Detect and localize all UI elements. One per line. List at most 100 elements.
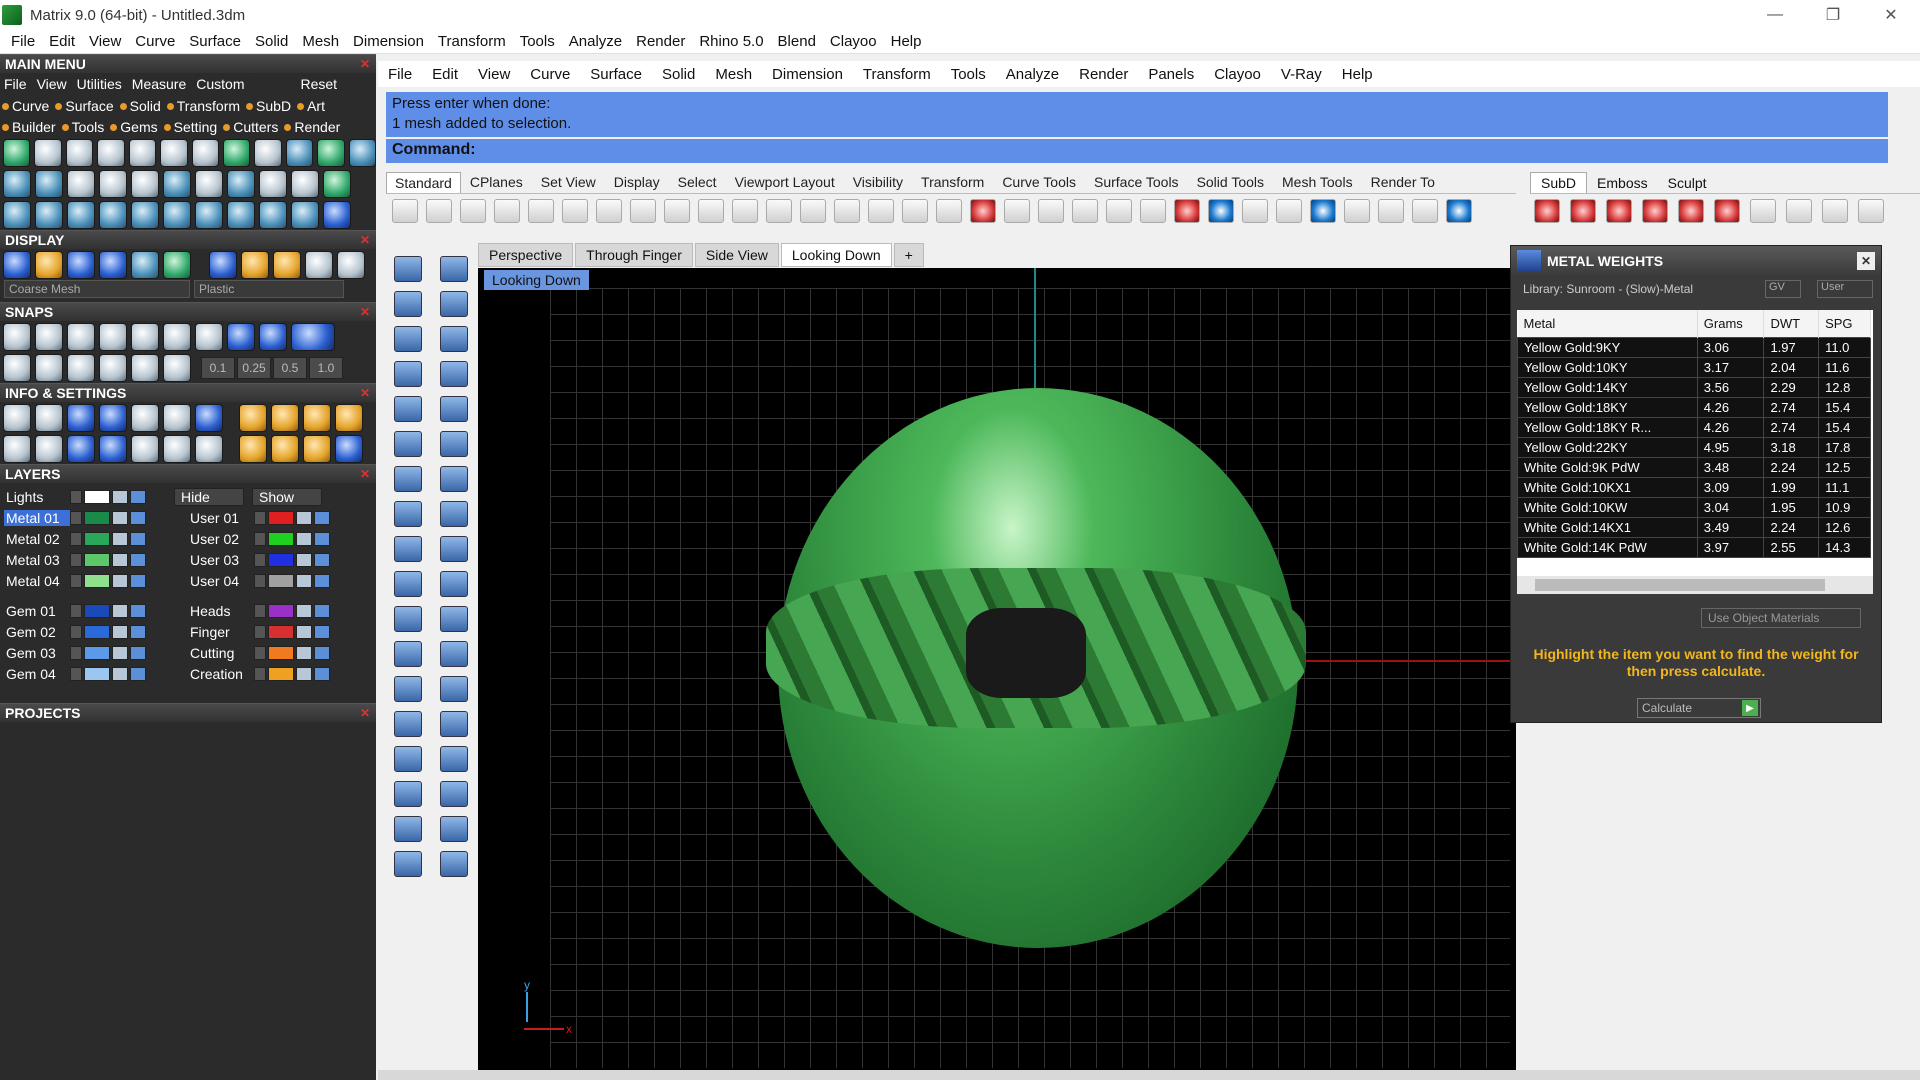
grid-array-icon[interactable]	[394, 781, 422, 807]
ring-tool-icon[interactable]	[3, 138, 31, 167]
lock-icon[interactable]	[296, 625, 312, 639]
snap-ortho-icon[interactable]	[227, 322, 255, 351]
layer-name[interactable]: Gem 04	[4, 666, 70, 682]
mirror-tool-icon[interactable]	[227, 200, 255, 229]
text-icon[interactable]	[394, 676, 422, 702]
offset-tool-icon[interactable]	[163, 200, 191, 229]
layer-name[interactable]: Metal 03	[4, 552, 70, 568]
subd-cylinder-icon[interactable]	[1606, 199, 1632, 223]
lock-icon[interactable]	[112, 532, 128, 546]
close-icon[interactable]: ✕	[360, 386, 370, 400]
layer-name[interactable]: Metal 04	[4, 573, 70, 589]
snap-end-icon[interactable]	[3, 322, 31, 351]
menu-transform[interactable]: Transform	[431, 33, 513, 50]
menu-analyze[interactable]: Analyze	[562, 33, 629, 50]
scrollbar-thumb[interactable]	[1535, 579, 1825, 591]
calculate-button[interactable]: Calculate ▶	[1637, 698, 1761, 718]
layer-color-swatch[interactable]	[268, 511, 294, 525]
cylinder-solid-icon[interactable]	[394, 501, 422, 527]
sun-tool-icon[interactable]	[65, 138, 94, 167]
table-row[interactable]: Yellow Gold:18KY 4.26 2.74 15.4	[1517, 397, 1871, 418]
filter-icon[interactable]	[131, 434, 159, 463]
layer-color-swatch[interactable]	[268, 553, 294, 567]
settings-gear-icon[interactable]	[3, 403, 31, 432]
expand-icon[interactable]	[70, 511, 82, 525]
table-row[interactable]: Yellow Gold:18KY R... 4.26 2.74 15.4	[1517, 417, 1871, 438]
line-snap-icon[interactable]	[67, 353, 95, 382]
menu-curve[interactable]: Curve	[128, 33, 182, 50]
notes-icon[interactable]	[195, 434, 223, 463]
subd-cube-icon[interactable]	[1642, 199, 1668, 223]
wireframe-icon[interactable]	[3, 250, 31, 279]
expand-icon[interactable]	[70, 574, 82, 588]
play-icon[interactable]: ▶	[1742, 700, 1758, 716]
copy-clipboard-icon[interactable]	[596, 199, 622, 223]
tab-set-view[interactable]: Set View	[532, 171, 605, 193]
close-icon[interactable]: ✕	[360, 57, 370, 71]
render-sphere-icon[interactable]	[1310, 199, 1336, 223]
material-metal-icon[interactable]	[209, 250, 237, 279]
zoom-extents-icon[interactable]	[834, 199, 860, 223]
column-metal[interactable]: Metal	[1517, 310, 1698, 338]
grid-snap-icon[interactable]	[3, 353, 31, 382]
layer-color-swatch[interactable]	[268, 574, 294, 588]
close-icon[interactable]: ✕	[360, 233, 370, 247]
cmd-menu-clayoo[interactable]: Clayoo	[1214, 66, 1261, 83]
expand-icon[interactable]	[254, 511, 266, 525]
pave-tool-icon[interactable]	[191, 138, 219, 167]
snap-value-0-5[interactable]: 0.5	[273, 356, 307, 379]
column-spg[interactable]: SPG	[1818, 310, 1871, 338]
tab-transform[interactable]: Transform	[912, 171, 993, 193]
analyze-icon[interactable]	[394, 816, 422, 842]
blend-icon[interactable]	[440, 641, 468, 667]
table-row[interactable]: Yellow Gold:10KY 3.17 2.04 11.6	[1517, 357, 1871, 378]
tab-standard[interactable]: Standard	[386, 172, 461, 193]
table-row[interactable]: White Gold:10KX1 3.09 1.99 11.1	[1517, 477, 1871, 498]
brush-icon[interactable]	[1344, 199, 1370, 223]
expand-icon[interactable]	[70, 553, 82, 567]
submenu-custom[interactable]: Custom	[196, 76, 244, 92]
lock-icon[interactable]	[112, 511, 128, 525]
bulb-icon[interactable]	[314, 604, 330, 618]
expand-icon[interactable]	[70, 604, 82, 618]
close-icon[interactable]: ✕	[1857, 252, 1875, 270]
pattern-tool-icon[interactable]	[163, 169, 191, 198]
expand-icon[interactable]	[70, 646, 82, 660]
object-props-icon[interactable]	[1072, 199, 1098, 223]
command-line[interactable]: Command:	[386, 139, 1888, 163]
bulb-icon[interactable]	[130, 490, 146, 504]
expand-icon[interactable]	[254, 553, 266, 567]
tab-display[interactable]: Display	[605, 171, 669, 193]
light-bulb-icon[interactable]	[1106, 199, 1132, 223]
tab-surface-tools[interactable]: Surface Tools	[1085, 171, 1188, 193]
chain-tool-icon[interactable]	[35, 169, 63, 198]
layer-color-swatch[interactable]	[84, 667, 110, 681]
tab-select[interactable]: Select	[669, 171, 726, 193]
hatch-icon[interactable]	[440, 746, 468, 772]
close-icon[interactable]: ✕	[360, 706, 370, 720]
snap-perp-icon[interactable]	[131, 322, 159, 351]
subd-convert-icon[interactable]	[1714, 199, 1740, 223]
menu-dimension[interactable]: Dimension	[346, 33, 431, 50]
pendant-tool-icon[interactable]	[67, 169, 95, 198]
column-dwt[interactable]: DWT	[1763, 310, 1820, 338]
user-toggle[interactable]: User	[1817, 280, 1873, 298]
spline-tool-icon[interactable]	[67, 200, 95, 229]
rendered-icon[interactable]	[99, 250, 127, 279]
cmd-menu-file[interactable]: File	[388, 66, 412, 83]
gem-tool-icon[interactable]	[34, 138, 62, 167]
object-icon[interactable]	[67, 434, 95, 463]
menu-tools[interactable]: Tools	[513, 33, 562, 50]
tab-cplanes[interactable]: CPlanes	[461, 171, 532, 193]
array-tool-icon[interactable]	[259, 200, 287, 229]
circle-icon[interactable]	[394, 326, 422, 352]
cmd-menu-analyze[interactable]: Analyze	[1006, 66, 1059, 83]
material-silver-icon[interactable]	[305, 250, 333, 279]
close-button[interactable]: ✕	[1862, 0, 1920, 30]
tab-curve-tools[interactable]: Curve Tools	[993, 171, 1085, 193]
lock-icon[interactable]	[296, 511, 312, 525]
copy-icon[interactable]	[528, 199, 554, 223]
lock-icon[interactable]	[296, 646, 312, 660]
dimension-icon[interactable]	[1412, 199, 1438, 223]
snap-near-icon[interactable]	[35, 322, 63, 351]
